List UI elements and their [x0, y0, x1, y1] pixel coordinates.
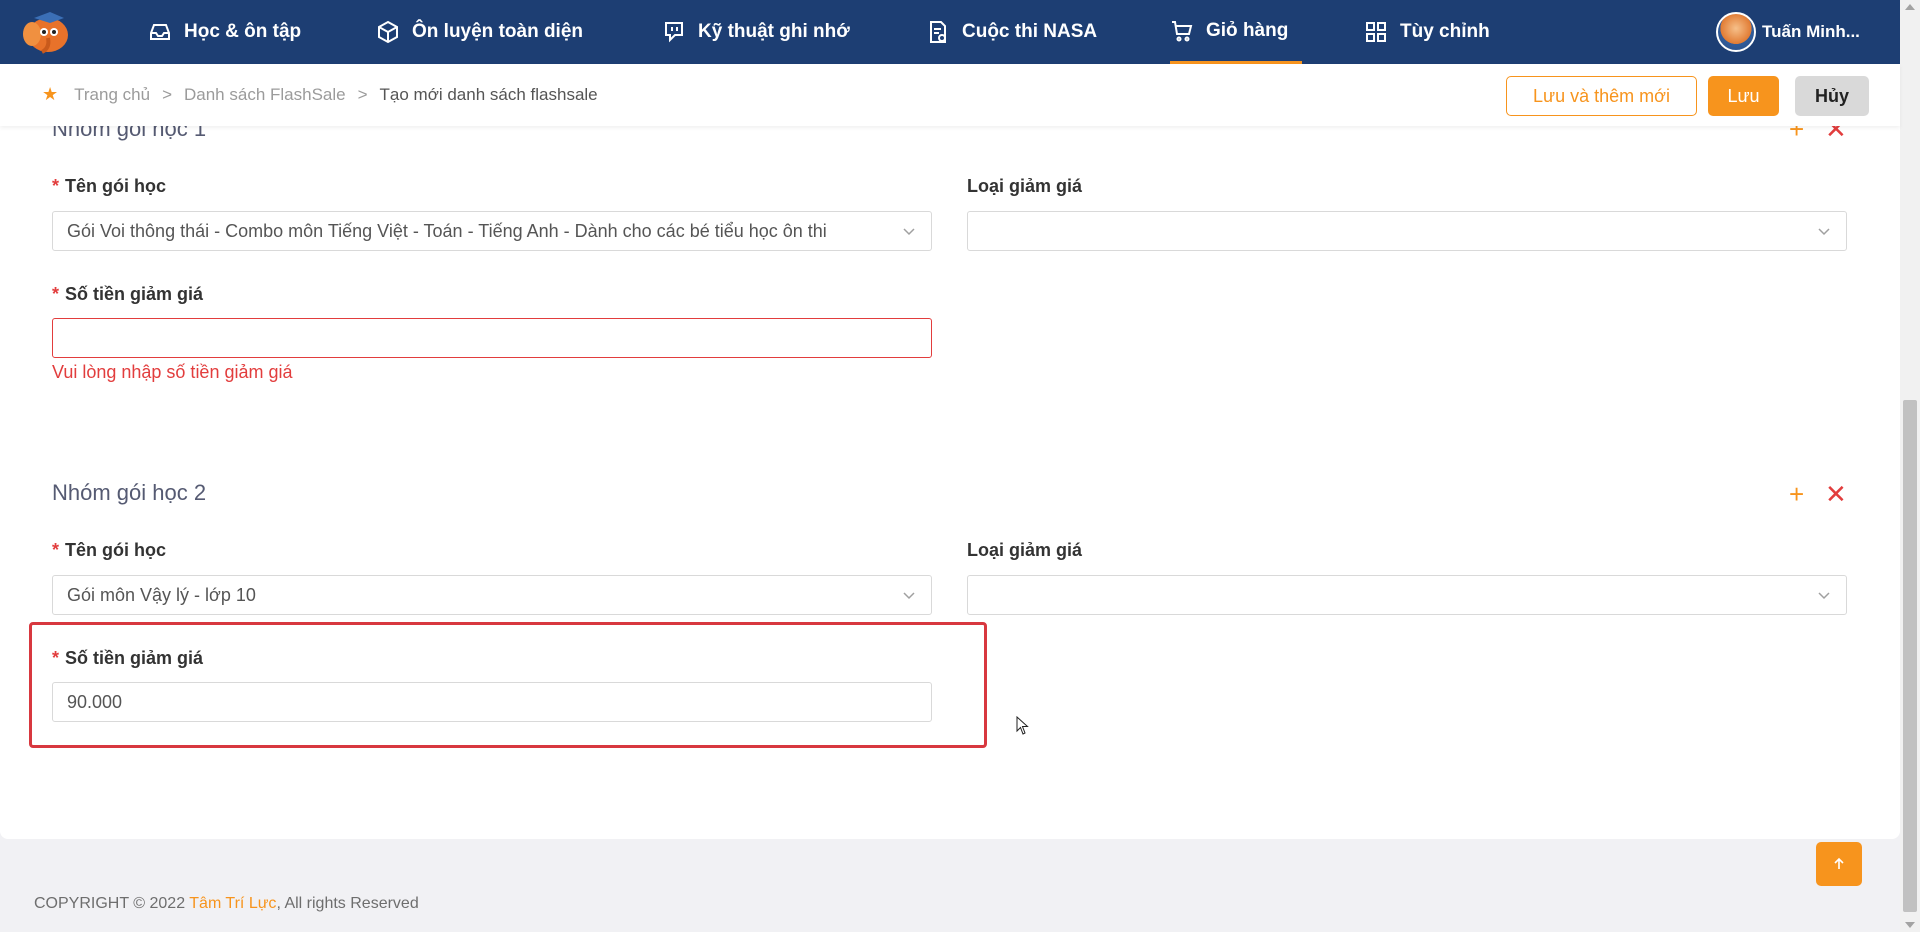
grid-icon [1366, 22, 1386, 42]
chevron-down-icon [1818, 228, 1830, 236]
nav-item-tuy-chinh[interactable]: Tùy chỉnh [1364, 0, 1490, 64]
cube-icon [378, 20, 398, 44]
remove-group-icon[interactable]: ✕ [1825, 481, 1847, 507]
package-select[interactable]: Gói Voi thông thái - Combo môn Tiếng Việ… [52, 211, 932, 251]
nav-item-label: Giỏ hàng [1206, 19, 1289, 41]
breadcrumb-current: Tạo mới danh sách flashsale [379, 84, 598, 104]
chevron-down-icon [903, 228, 915, 236]
package-select[interactable]: Gói môn Vậy lý - lớp 10 [52, 575, 932, 615]
inbox-icon [150, 24, 170, 40]
save-and-new-button[interactable]: Lưu và thêm mới [1506, 76, 1697, 116]
breadcrumb-separator: > [162, 84, 172, 104]
user-menu[interactable]: Tuấn Minh... [1716, 10, 1860, 54]
package-select-value: Gói môn Vậy lý - lớp 10 [67, 584, 256, 605]
chevron-down-icon [903, 592, 915, 600]
scroll-down-icon[interactable] [1905, 922, 1915, 928]
nav-item-label: Học & ôn tập [184, 21, 302, 42]
amount-label: * Số tiền giảm giá [52, 284, 204, 304]
page-scrollbar[interactable] [1900, 0, 1920, 932]
cart-icon [1172, 20, 1193, 41]
top-navigation: Học & ôn tập Ôn luyện toàn diện Kỹ thuật… [0, 0, 1900, 64]
scrollbar-thumb[interactable] [1903, 400, 1917, 912]
amount-input[interactable] [52, 318, 932, 358]
required-marker: * [52, 176, 60, 196]
nav-item-label: Cuộc thi NASA [962, 21, 1098, 42]
nav-item-on-luyen[interactable]: Ôn luyện toàn diện [376, 0, 583, 64]
highlight-box [29, 622, 987, 748]
nav-item-label: Ôn luyện toàn diện [412, 21, 584, 42]
nav-item-gio-hang[interactable]: Giỏ hàng [1170, 0, 1302, 64]
nav-item-ky-thuat-ghi-nho[interactable]: Kỹ thuật ghi nhớ [662, 0, 850, 64]
package-label: * Tên gói học [52, 176, 167, 196]
avatar [1716, 12, 1756, 52]
discount-type-label: Loại giảm giá [967, 540, 1083, 560]
breadcrumb-home[interactable]: Trang chủ [74, 85, 150, 105]
footer-brand-link[interactable]: Tâm Trí Lực [189, 895, 276, 912]
mouse-cursor-icon [1016, 716, 1029, 735]
scroll-up-icon[interactable] [1905, 4, 1915, 10]
star-icon: ★ [42, 84, 59, 104]
footer-suffix: , All rights Reserved [276, 895, 419, 912]
package-select-value: Gói Voi thông thái - Combo môn Tiếng Việ… [67, 220, 827, 241]
footer: COPYRIGHT © 2022 Tâm Trí Lực, All rights… [34, 895, 419, 913]
arrow-up-icon [1834, 857, 1844, 869]
cancel-button[interactable]: Hủy [1795, 76, 1869, 116]
breadcrumb-list[interactable]: Danh sách FlashSale [184, 85, 346, 105]
nav-item-cuoc-thi-nasa[interactable]: Cuộc thi NASA [926, 0, 1097, 64]
user-name: Tuấn Minh... [1762, 22, 1860, 41]
nav-item-label: Kỹ thuật ghi nhớ [698, 21, 850, 42]
nav-item-label: Tùy chỉnh [1400, 21, 1490, 42]
breadcrumb-separator: > [357, 84, 368, 104]
scroll-to-top-button[interactable] [1816, 842, 1862, 886]
group-title: Nhóm gói học 2 [52, 480, 207, 505]
chevron-down-icon [1818, 592, 1830, 600]
discount-type-select[interactable] [967, 211, 1847, 251]
discount-type-select[interactable] [967, 575, 1847, 615]
document-icon [930, 21, 946, 43]
required-marker: * [52, 540, 60, 560]
save-button[interactable]: Lưu [1708, 76, 1779, 116]
chat-icon [665, 22, 683, 43]
app-logo[interactable] [20, 8, 74, 56]
nav-item-hoc-on-tap[interactable]: Học & ôn tập [148, 0, 301, 64]
required-marker: * [52, 284, 60, 304]
breadcrumb-bar: ★ Trang chủ > Danh sách FlashSale > Tạo … [0, 64, 1900, 126]
amount-error-message: Vui lòng nhập số tiền giảm giá [52, 362, 293, 382]
package-label: * Tên gói học [52, 540, 167, 560]
discount-type-label: Loại giảm giá [967, 176, 1083, 196]
footer-copyright: COPYRIGHT © 2022 [34, 895, 190, 912]
breadcrumb: ★ Trang chủ > Danh sách FlashSale > Tạo … [42, 84, 598, 105]
add-group-icon[interactable]: + [1789, 481, 1804, 507]
